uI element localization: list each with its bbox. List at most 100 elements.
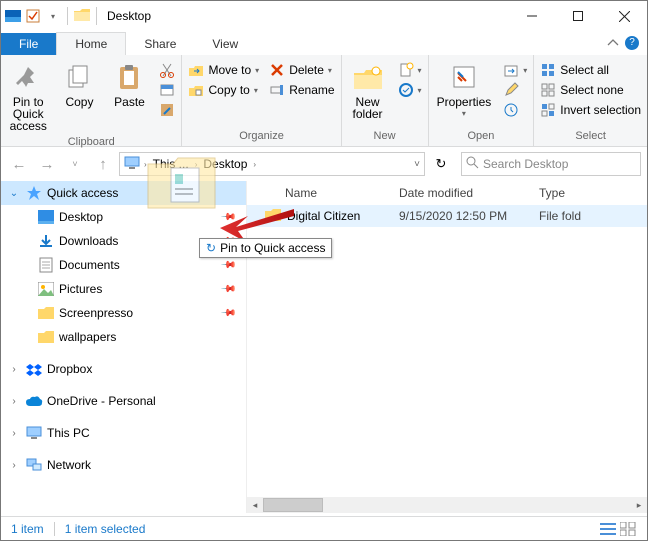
- sidebar-item-pictures[interactable]: Pictures 📌: [1, 277, 246, 301]
- thumbnails-view-button[interactable]: [619, 521, 637, 537]
- sidebar-item-wallpapers[interactable]: wallpapers: [1, 325, 246, 349]
- column-header-name[interactable]: Name: [247, 186, 389, 200]
- folder-icon: [74, 8, 90, 25]
- chevron-down-icon[interactable]: ⌄: [7, 188, 21, 199]
- sidebar-this-pc[interactable]: › This PC: [1, 421, 246, 445]
- sidebar-item-downloads[interactable]: Downloads 📌: [1, 229, 246, 253]
- history-button[interactable]: [501, 101, 529, 119]
- easy-access-button[interactable]: ▾: [396, 81, 424, 99]
- rename-icon: [269, 82, 285, 98]
- nav-forward-button[interactable]: →: [35, 152, 59, 176]
- breadcrumb-segment[interactable]: Desktop: [201, 157, 249, 171]
- tab-view[interactable]: View: [194, 33, 256, 55]
- move-to-button[interactable]: Move to ▾: [186, 61, 261, 79]
- onedrive-icon: [25, 392, 43, 410]
- sidebar-item-desktop[interactable]: Desktop 📌: [1, 205, 246, 229]
- copy-button[interactable]: Copy: [57, 57, 101, 112]
- chevron-right-icon[interactable]: ›: [144, 160, 147, 169]
- help-icon[interactable]: ?: [625, 36, 639, 50]
- select-all-icon: [540, 62, 556, 78]
- paste-shortcut-button[interactable]: [157, 101, 177, 119]
- chevron-down-icon: ▾: [255, 66, 259, 75]
- pin-icon: 📌: [219, 233, 236, 250]
- cut-icon: [159, 62, 175, 78]
- app-icon: [5, 5, 21, 27]
- new-folder-button[interactable]: New folder: [346, 57, 390, 124]
- file-row[interactable]: Digital Citizen 9/15/2020 12:50 PM File …: [247, 205, 647, 227]
- edit-button[interactable]: [501, 81, 529, 99]
- breadcrumb-segment[interactable]: This ...: [151, 157, 191, 171]
- search-icon: [466, 156, 479, 172]
- chevron-right-icon[interactable]: ›: [195, 160, 198, 169]
- move-to-icon: [188, 62, 204, 78]
- qat-dropdown-icon[interactable]: ▾: [45, 5, 61, 27]
- star-icon: [25, 184, 43, 202]
- copy-path-button[interactable]: [157, 81, 177, 99]
- invert-selection-button[interactable]: Invert selection: [538, 101, 643, 119]
- scroll-left-icon[interactable]: ◂: [247, 497, 263, 513]
- horizontal-scrollbar[interactable]: ◂ ▸: [247, 497, 647, 513]
- details-view-button[interactable]: [599, 521, 617, 537]
- navigation-pane[interactable]: ⌄ Quick access Desktop 📌 Downloads 📌 Doc…: [1, 181, 247, 513]
- window-title: Desktop: [103, 9, 151, 23]
- address-bar-row: ← → ˅ ↑ › This ... › Desktop › ˅ ↻ Searc…: [1, 147, 647, 181]
- tab-share[interactable]: Share: [126, 33, 194, 55]
- chevron-down-icon: ▾: [418, 86, 422, 95]
- column-header-type[interactable]: Type: [529, 186, 647, 200]
- pin-icon: 📌: [219, 257, 236, 274]
- rename-button[interactable]: Rename: [267, 81, 336, 99]
- address-dropdown-icon[interactable]: ˅: [414, 159, 420, 170]
- column-header-date[interactable]: Date modified: [389, 186, 529, 200]
- sidebar-onedrive[interactable]: › OneDrive - Personal: [1, 389, 246, 413]
- properties-button[interactable]: Properties ▾: [433, 57, 496, 122]
- nav-up-button[interactable]: ↑: [91, 152, 115, 176]
- tab-home[interactable]: Home: [56, 32, 126, 55]
- sidebar-item-documents[interactable]: Documents 📌: [1, 253, 246, 277]
- maximize-button[interactable]: [555, 1, 601, 31]
- delete-icon: [269, 62, 285, 78]
- ribbon-tabs: File Home Share View ?: [1, 31, 647, 55]
- pin-to-quick-access-button[interactable]: Pin to Quick access: [5, 57, 51, 136]
- content-area: ⌄ Quick access Desktop 📌 Downloads 📌 Doc…: [1, 181, 647, 513]
- search-box[interactable]: Search Desktop: [461, 152, 641, 176]
- cut-button[interactable]: [157, 61, 177, 79]
- dropbox-icon: [25, 360, 43, 378]
- search-placeholder: Search Desktop: [483, 157, 568, 171]
- chevron-down-icon: ▾: [523, 66, 527, 75]
- status-bar: 1 item 1 item selected: [1, 516, 647, 540]
- nav-recent-button[interactable]: ˅: [63, 152, 87, 176]
- collapse-ribbon-icon[interactable]: [607, 37, 619, 51]
- delete-button[interactable]: Delete ▾: [267, 61, 336, 79]
- open-button[interactable]: ▾: [501, 61, 529, 79]
- close-button[interactable]: [601, 1, 647, 31]
- qat-properties-icon[interactable]: [25, 5, 41, 27]
- chevron-right-icon[interactable]: ›: [7, 428, 21, 439]
- tab-file[interactable]: File: [1, 33, 56, 55]
- documents-icon: [37, 256, 55, 274]
- select-none-button[interactable]: Select none: [538, 81, 643, 99]
- downloads-icon: [37, 232, 55, 250]
- folder-icon: [37, 328, 55, 346]
- pin-icon: 📌: [219, 209, 236, 226]
- refresh-button[interactable]: ↻: [429, 152, 453, 176]
- file-list[interactable]: Name Date modified Type Digital Citizen …: [247, 181, 647, 513]
- new-item-button[interactable]: ▾: [396, 61, 424, 79]
- nav-back-button[interactable]: ←: [7, 152, 31, 176]
- paste-button[interactable]: Paste: [107, 57, 151, 112]
- sidebar-item-screenpresso[interactable]: Screenpresso 📌: [1, 301, 246, 325]
- chevron-right-icon[interactable]: ›: [7, 396, 21, 407]
- file-type: File fold: [529, 209, 647, 223]
- scrollbar-thumb[interactable]: [263, 498, 323, 512]
- address-bar[interactable]: › This ... › Desktop › ˅: [119, 152, 425, 176]
- chevron-right-icon[interactable]: ›: [7, 364, 21, 375]
- chevron-right-icon[interactable]: ›: [7, 460, 21, 471]
- sidebar-dropbox[interactable]: › Dropbox: [1, 357, 246, 381]
- sidebar-quick-access[interactable]: ⌄ Quick access: [1, 181, 246, 205]
- minimize-button[interactable]: [509, 1, 555, 31]
- copy-to-button[interactable]: Copy to ▾: [186, 81, 261, 99]
- select-none-icon: [540, 82, 556, 98]
- chevron-right-icon[interactable]: ›: [253, 160, 256, 169]
- scroll-right-icon[interactable]: ▸: [631, 497, 647, 513]
- select-all-button[interactable]: Select all: [538, 61, 643, 79]
- sidebar-network[interactable]: › Network: [1, 453, 246, 477]
